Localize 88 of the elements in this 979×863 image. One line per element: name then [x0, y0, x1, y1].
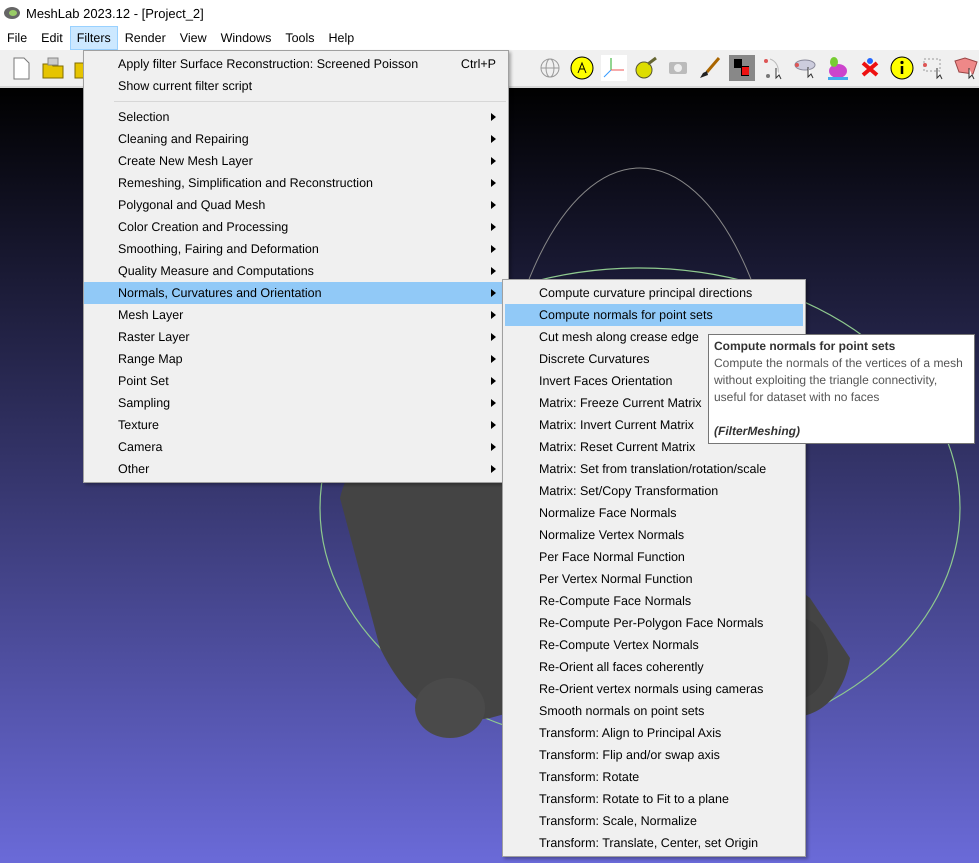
submenu-item[interactable]: Matrix: Set from translation/rotation/scale [505, 458, 803, 480]
faces-select-icon[interactable] [953, 55, 979, 81]
menu-item-label: Create New Mesh Layer [118, 154, 254, 168]
menu-item-label: Other [118, 462, 150, 476]
menu-item-label: Texture [118, 418, 160, 432]
tooltip-text: Compute the normals of the vertices of a mesh without exploiting the triangle connectivity, useful for dataset with no faces [714, 355, 964, 406]
menu-item[interactable]: File [0, 26, 34, 50]
menu-item[interactable]: Polygonal and Quad Mesh [84, 194, 508, 216]
shortcut-label: Ctrl+P [460, 57, 496, 71]
submenu-item[interactable]: Transform: Scale, Normalize [505, 810, 803, 832]
menu-item[interactable]: Filters [70, 26, 118, 50]
menu-item[interactable]: Quality Measure and Computations [84, 260, 508, 282]
submenu-item[interactable]: Compute normals for point sets [505, 304, 803, 326]
submenu-item[interactable]: Re-Compute Vertex Normals [505, 634, 803, 656]
submenu-item[interactable]: Smooth normals on point sets [505, 700, 803, 722]
info-icon[interactable] [889, 55, 915, 81]
menu-item[interactable]: Render [118, 26, 173, 50]
menu-item-label: Point Set [118, 374, 170, 388]
submenu-item[interactable]: Compute curvature principal directions [505, 282, 803, 304]
menu-item-label: Quality Measure and Computations [118, 264, 315, 278]
submenu-item[interactable]: Transform: Rotate to Fit to a plane [505, 788, 803, 810]
submenu-arrow-icon [491, 267, 496, 275]
tape-measure-icon[interactable] [633, 55, 659, 81]
submenu-arrow-icon [491, 201, 496, 209]
brush-icon[interactable] [697, 55, 723, 81]
submenu-item[interactable]: Transform: Translate, Center, set Origin [505, 832, 803, 854]
submenu-item[interactable]: Re-Orient all faces coherently [505, 656, 803, 678]
window-title: MeshLab 2023.12 - [Project_2] [26, 6, 204, 20]
bunny-icon[interactable] [825, 55, 851, 81]
submenu-item[interactable]: Transform: Flip and/or swap axis [505, 744, 803, 766]
app-logo-icon [4, 6, 20, 20]
menu-item-label: Raster Layer [118, 330, 191, 344]
menu-item-label: Camera [118, 440, 164, 454]
menu-item[interactable]: Windows [214, 26, 278, 50]
menu-item[interactable]: Tools [278, 26, 322, 50]
menu-item-label: Remeshing, Simplification and Reconstruction [118, 176, 374, 190]
submenu-arrow-icon [491, 113, 496, 121]
submenu-item[interactable]: Re-Orient vertex normals using cameras [505, 678, 803, 700]
submenu-arrow-icon [491, 355, 496, 363]
submenu-item[interactable]: Transform: Align to Principal Axis [505, 722, 803, 744]
submenu-arrow-icon [491, 377, 496, 385]
submenu-arrow-icon [491, 179, 496, 187]
menu-item[interactable]: Create New Mesh Layer [84, 150, 508, 172]
menu-item-label: Range Map [118, 352, 184, 366]
submenu-item[interactable]: Per Face Normal Function [505, 546, 803, 568]
menu-item-label: Selection [118, 110, 170, 124]
submenu-item[interactable]: Re-Compute Face Normals [505, 590, 803, 612]
menu-item[interactable]: Remeshing, Simplification and Reconstruction [84, 172, 508, 194]
menu-item[interactable]: Help [322, 26, 362, 50]
menu-item[interactable]: Smoothing, Fairing and Deformation [84, 238, 508, 260]
menu-item-label: Cleaning and Repairing [118, 132, 250, 146]
submenu-arrow-icon [491, 421, 496, 429]
submenu-arrow-icon [491, 333, 496, 341]
letters-pp-icon[interactable] [729, 55, 755, 81]
menu-item-label: Mesh Layer [118, 308, 184, 322]
submenu-item[interactable]: Normalize Face Normals [505, 502, 803, 524]
menu-item-label: Sampling [118, 396, 172, 410]
submenu-arrow-icon [491, 157, 496, 165]
submenu-item[interactable]: Re-Compute Per-Polygon Face Normals [505, 612, 803, 634]
menu-item[interactable]: Edit [34, 26, 70, 50]
open-folder-icon[interactable] [40, 55, 66, 81]
submenu-arrow-icon [491, 443, 496, 451]
submenu-item[interactable]: Per Vertex Normal Function [505, 568, 803, 590]
menu-item[interactable]: Selection [84, 106, 508, 128]
menu-item-label: Normals, Curvatures and Orientation [118, 286, 323, 300]
menu-item[interactable]: Apply filter Surface Reconstruction: Screened Poisson Ctrl+P [84, 53, 508, 75]
tooltip-title: Compute normals for point sets [714, 338, 896, 355]
submenu-item[interactable]: Matrix: Set/Copy Transformation [505, 480, 803, 502]
menu-item-label: Apply filter Surface Reconstruction: Screened Poisson [118, 57, 420, 71]
submenu-item[interactable]: Transform: Rotate [505, 766, 803, 788]
axes-icon[interactable] [601, 55, 627, 81]
submenu-arrow-icon [491, 465, 496, 473]
menu-item-label: Show current filter script [118, 79, 254, 93]
submenu-arrow-icon [491, 135, 496, 143]
menu-item[interactable]: View [172, 26, 214, 50]
menu-item[interactable]: Show current filter script [84, 75, 508, 97]
menu-item-label: Color Creation and Processing [118, 220, 290, 234]
menu-item[interactable]: Color Creation and Processing [84, 216, 508, 238]
menu-item-label: Polygonal and Quad Mesh [118, 198, 266, 212]
submenu-arrow-icon [491, 311, 496, 319]
submenu-item[interactable]: Normalize Vertex Normals [505, 524, 803, 546]
submenu-arrow-icon [491, 399, 496, 407]
menu-item[interactable]: Cleaning and Repairing [84, 128, 508, 150]
submenu-arrow-icon [491, 245, 496, 253]
submenu-arrow-icon [491, 289, 496, 297]
submenu-arrow-icon [491, 223, 496, 231]
letter-circle-icon[interactable] [569, 55, 595, 81]
menu-item-label: Smoothing, Fairing and Deformation [118, 242, 320, 256]
